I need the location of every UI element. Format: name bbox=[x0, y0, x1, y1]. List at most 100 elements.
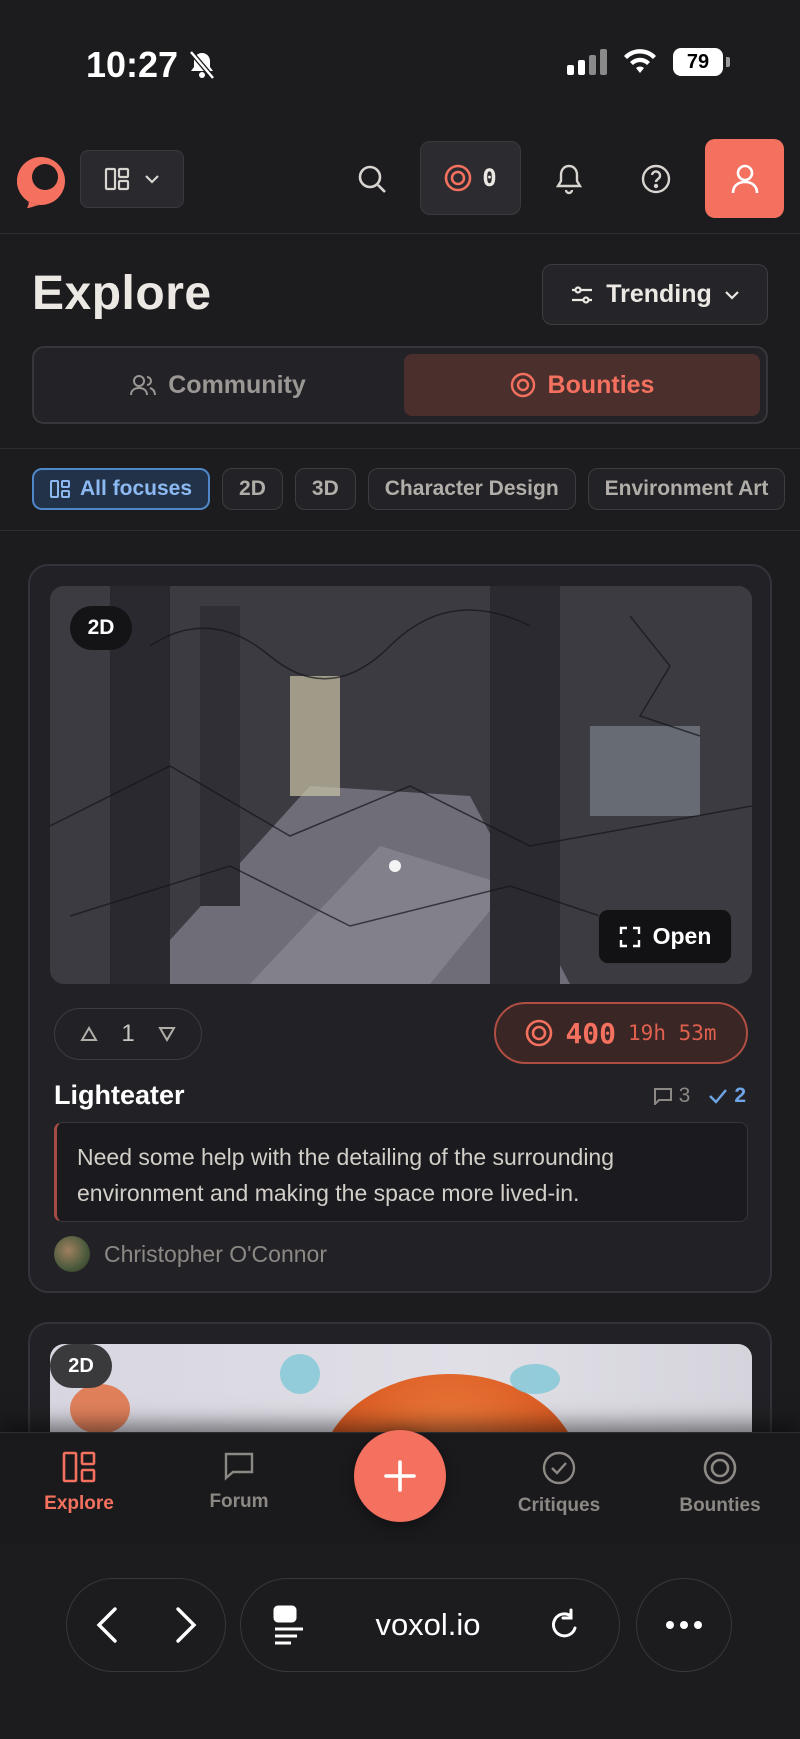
bounty-card[interactable]: 2D Open 1 400 19h 53m Lighteater 3 2 Nee… bbox=[28, 564, 772, 1293]
tab-bounties[interactable]: Bounties bbox=[404, 354, 760, 416]
user-icon bbox=[731, 164, 758, 193]
battery-level: 79 bbox=[673, 48, 723, 76]
filter-chip-environment-art[interactable]: Environment Art bbox=[587, 468, 786, 510]
bottom-tab-label: Bounties bbox=[679, 1495, 761, 1516]
downvote-icon[interactable] bbox=[157, 1026, 176, 1042]
divider bbox=[0, 448, 800, 449]
check-icon bbox=[709, 1089, 728, 1104]
reload-icon[interactable] bbox=[549, 1608, 581, 1642]
profile-button[interactable] bbox=[705, 139, 784, 218]
open-label: Open bbox=[652, 923, 712, 949]
focus-tag: 2D bbox=[70, 606, 132, 650]
layout-grid-icon bbox=[62, 1451, 96, 1483]
more-dot bbox=[680, 1621, 688, 1629]
card-meta: 3 2 bbox=[653, 1084, 746, 1108]
help-button[interactable] bbox=[626, 149, 686, 209]
artwork-image[interactable]: 2D Open bbox=[50, 586, 752, 984]
status-bar: 10:27 79 bbox=[0, 0, 800, 120]
reader-extension-icon[interactable] bbox=[271, 1605, 307, 1645]
bell-icon bbox=[555, 164, 583, 195]
chevron-down-icon bbox=[145, 175, 159, 184]
expand-icon bbox=[619, 926, 640, 947]
filter-chip-label: Environment Art bbox=[604, 477, 769, 500]
bottom-tab-bounties[interactable]: Bounties bbox=[660, 1451, 780, 1517]
tab-community-label: Community bbox=[168, 370, 306, 399]
comment-icon bbox=[224, 1452, 254, 1481]
author-name: Christopher O'Connor bbox=[104, 1240, 327, 1267]
create-button[interactable] bbox=[354, 1430, 446, 1522]
target-coin-icon bbox=[526, 1019, 553, 1047]
filter-chip-3d[interactable]: 3D bbox=[294, 468, 356, 510]
check-circle-icon bbox=[542, 1451, 576, 1485]
target-icon bbox=[510, 372, 535, 398]
top-nav: 0 bbox=[0, 130, 800, 234]
sort-dropdown[interactable]: Trending bbox=[542, 264, 768, 325]
target-icon bbox=[703, 1451, 737, 1485]
search-button[interactable] bbox=[342, 149, 402, 209]
filter-chip-label: All focuses bbox=[80, 477, 193, 500]
vote-control: 1 bbox=[54, 1008, 202, 1060]
back-icon[interactable] bbox=[96, 1606, 118, 1644]
forward-icon[interactable] bbox=[175, 1606, 197, 1644]
sort-label: Trending bbox=[606, 280, 712, 308]
artwork-shape bbox=[280, 1354, 320, 1394]
bottom-tab-explore[interactable]: Explore bbox=[19, 1451, 139, 1515]
upvote-icon[interactable] bbox=[80, 1026, 99, 1042]
status-time: 10:27 bbox=[86, 44, 216, 86]
status-time-text: 10:27 bbox=[86, 44, 179, 85]
card-title[interactable]: Lighteater bbox=[54, 1080, 185, 1111]
comment-icon bbox=[653, 1088, 672, 1105]
explore-segment-control: Community Bounties bbox=[32, 346, 768, 424]
filter-chip-character-design[interactable]: Character Design bbox=[367, 468, 576, 510]
browser-more-button[interactable] bbox=[636, 1578, 732, 1672]
filter-chip-label: Character Design bbox=[384, 477, 559, 500]
page-title: Explore bbox=[32, 267, 212, 320]
tab-bounties-label: Bounties bbox=[547, 370, 655, 399]
browser-toolbar: voxol.io bbox=[0, 1544, 800, 1739]
focus-filter-bar: All focuses 2D 3D Character Design Envir… bbox=[32, 468, 786, 510]
coins-button[interactable]: 0 bbox=[420, 141, 521, 215]
author[interactable]: Christopher O'Connor bbox=[54, 1236, 327, 1272]
artwork-shape bbox=[70, 1384, 130, 1434]
card-description: Need some help with the detailing of the… bbox=[54, 1122, 748, 1222]
bounty-amount: 400 bbox=[565, 1016, 617, 1050]
critique-count-text: 2 bbox=[734, 1084, 746, 1107]
users-icon bbox=[130, 375, 157, 396]
open-button[interactable]: Open bbox=[598, 909, 732, 964]
browser-nav-buttons bbox=[66, 1578, 226, 1672]
filter-chip-label: 2D bbox=[239, 477, 266, 500]
comment-count[interactable]: 3 bbox=[653, 1084, 691, 1108]
focus-tag: 2D bbox=[50, 1344, 112, 1388]
bell-slash-icon bbox=[189, 50, 215, 80]
layout-switcher-button[interactable] bbox=[80, 150, 184, 208]
comment-count-text: 3 bbox=[678, 1084, 691, 1107]
divider bbox=[0, 530, 800, 531]
battery-icon: 79 bbox=[673, 48, 730, 76]
critique-count[interactable]: 2 bbox=[708, 1084, 746, 1108]
notifications-button[interactable] bbox=[539, 149, 599, 209]
tab-community[interactable]: Community bbox=[40, 354, 396, 416]
chevron-down-icon bbox=[725, 290, 739, 300]
coin-count: 0 bbox=[482, 164, 497, 192]
target-coin-icon bbox=[444, 164, 472, 192]
plus-icon bbox=[384, 1460, 416, 1492]
artwork-shape bbox=[510, 1364, 560, 1394]
bottom-tab-label: Forum bbox=[209, 1491, 269, 1512]
bottom-tab-forum[interactable]: Forum bbox=[179, 1451, 299, 1513]
avatar bbox=[54, 1236, 90, 1272]
filter-chip-all-focuses[interactable]: All focuses bbox=[32, 468, 211, 510]
bottom-tab-label: Explore bbox=[44, 1493, 114, 1514]
filter-chip-2d[interactable]: 2D bbox=[222, 468, 283, 510]
bottom-tab-critiques[interactable]: Critiques bbox=[499, 1451, 619, 1517]
more-dot bbox=[694, 1621, 702, 1629]
address-bar[interactable]: voxol.io bbox=[240, 1578, 620, 1672]
bounty-time-remaining: 19h 53m bbox=[628, 1021, 717, 1045]
search-icon bbox=[358, 165, 386, 193]
bounty-reward-badge: 400 19h 53m bbox=[494, 1002, 748, 1064]
cellular-signal-icon bbox=[567, 49, 607, 75]
help-circle-icon bbox=[641, 164, 671, 194]
url-text: voxol.io bbox=[375, 1607, 481, 1642]
vote-count: 1 bbox=[121, 1020, 135, 1047]
bottom-tab-label: Critiques bbox=[517, 1495, 601, 1516]
voxol-logo[interactable] bbox=[14, 154, 68, 208]
